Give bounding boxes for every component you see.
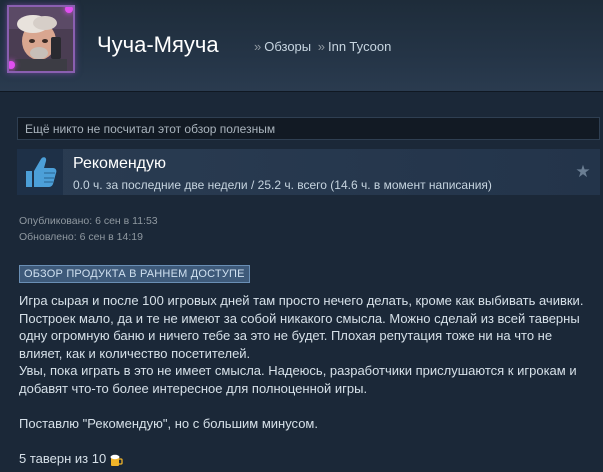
thumbs-up-icon — [17, 149, 63, 195]
playtime-hours: 0.0 ч. за последние две недели / 25.2 ч.… — [73, 178, 492, 192]
profile-username[interactable]: Чуча-Мяуча — [97, 32, 219, 58]
breadcrumb-separator: » — [254, 39, 262, 54]
review-dates: Опубликовано: 6 сен в 11:53 Обновлено: 6… — [19, 213, 158, 245]
review-paragraph: Увы, пока играть в это не имеет смысла. … — [19, 363, 577, 396]
helpful-status: Ещё никто не посчитал этот обзор полезны… — [17, 117, 600, 140]
avatar-image — [9, 7, 73, 71]
breadcrumb-reviews[interactable]: Обзоры — [264, 39, 311, 54]
review-paragraph: Поставлю "Рекомендую", но с большим мину… — [19, 416, 318, 432]
star-icon[interactable]: ★ — [574, 163, 592, 181]
avatar-sparkle — [9, 61, 15, 69]
early-access-badge: ОБЗОР ПРОДУКТА В РАННЕМ ДОСТУПЕ — [19, 265, 250, 283]
avatar-sparkle — [65, 7, 73, 13]
avatar[interactable] — [7, 5, 75, 73]
recommendation-title: Рекомендую — [73, 155, 167, 172]
recommendation-bar: Рекомендую 0.0 ч. за последние две недел… — [17, 149, 600, 195]
profile-header: Чуча-Мяуча » Обзоры » Inn Tycoon — [0, 0, 603, 92]
breadcrumb-separator: » — [317, 39, 325, 54]
rating-text: 5 таверн из 10 — [19, 451, 107, 467]
breadcrumb: » Обзоры » Inn Tycoon — [251, 39, 391, 54]
review-rating: 5 таверн из 10 — [19, 450, 599, 468]
updated-date: Обновлено: 6 сен в 14:19 — [19, 231, 143, 243]
review-body: Игра сырая и после 100 игровых дней там … — [19, 292, 599, 468]
beer-icon — [109, 453, 123, 467]
breadcrumb-game[interactable]: Inn Tycoon — [328, 39, 391, 54]
published-date: Опубликовано: 6 сен в 11:53 — [19, 215, 158, 227]
review-paragraph: Игра сырая и после 100 игровых дней там … — [19, 293, 584, 361]
